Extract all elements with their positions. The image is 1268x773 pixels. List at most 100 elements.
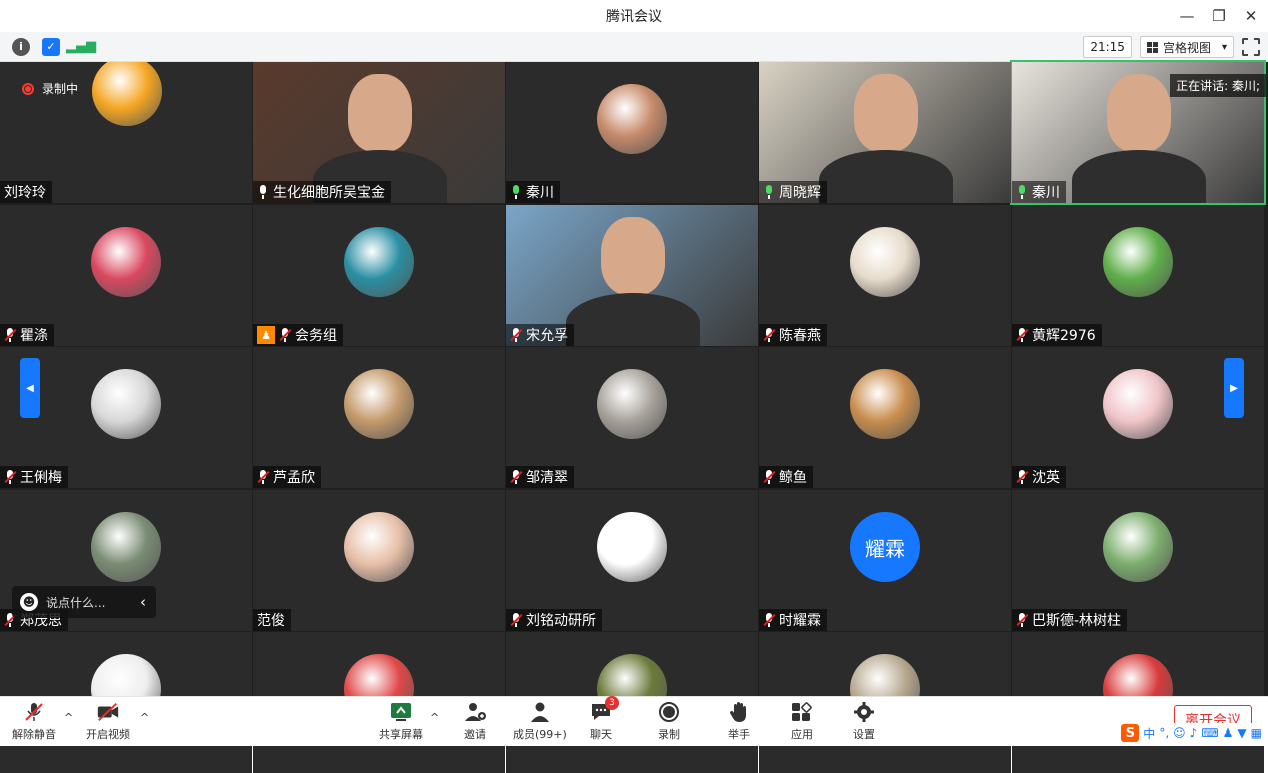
participant-tile[interactable]: 巴斯德-林树柱	[1012, 490, 1264, 631]
participant-tile[interactable]: 周晓辉	[759, 62, 1011, 203]
mic-muted-icon	[763, 613, 776, 627]
mic-slash-mark	[1016, 328, 1029, 342]
participant-tile[interactable]: 刘铭动研所	[506, 490, 758, 631]
participant-name-tag: 刘铭动研所	[506, 609, 602, 631]
ime-logo-icon[interactable]: S	[1121, 724, 1140, 742]
participant-name-tag: 宋允孚	[506, 324, 574, 346]
emoji-icon[interactable]: ☻	[20, 593, 38, 611]
fullscreen-icon[interactable]	[1242, 38, 1260, 56]
avatar	[1103, 227, 1173, 297]
participant-video-body	[819, 150, 953, 203]
quick-chat-box[interactable]: ☻ 说点什么... ‹	[12, 586, 156, 618]
video-options-caret[interactable]: ^	[140, 711, 149, 724]
audio-options-caret[interactable]: ^	[64, 711, 73, 724]
record-icon	[657, 701, 681, 723]
participant-tile[interactable]: 鲸鱼	[759, 347, 1011, 488]
meeting-clock: 21:15	[1083, 36, 1132, 58]
avatar	[1103, 512, 1173, 582]
participant-tile[interactable]: 芦孟欣	[253, 347, 505, 488]
mic-slash-mark	[1016, 470, 1029, 484]
recording-label: 录制中	[42, 82, 79, 96]
participant-tile[interactable]: 陈春燕	[759, 205, 1011, 346]
participant-name-tag: ♟ 会务组	[253, 324, 343, 346]
keyboard-icon[interactable]: ⌨	[1201, 726, 1218, 740]
avatar	[344, 369, 414, 439]
participant-tile[interactable]: 邹清翠	[506, 347, 758, 488]
emoji-icon[interactable]: ☺	[1173, 726, 1186, 740]
avatar	[92, 62, 162, 126]
video-grid: 巴斯德-林树柱 耀霖 时耀霖 刘铭动研所 范俊 郑茂思 沈英 鲸鱼 邹清翠 芦孟欣 王俐梅 黄辉297…	[0, 60, 1268, 773]
avatar	[344, 227, 414, 297]
participant-name: 秦川	[1032, 185, 1060, 201]
share-screen-button[interactable]: 共享屏幕	[379, 701, 423, 742]
close-icon[interactable]: ✕	[1242, 7, 1260, 25]
invite-button[interactable]: 邀请	[463, 701, 487, 742]
window-title: 腾讯会议	[606, 9, 662, 25]
shield-icon[interactable]: ✓	[42, 37, 60, 56]
avatar	[597, 84, 667, 154]
participant-video-body	[1072, 150, 1206, 203]
next-page-button[interactable]: ▶	[1224, 358, 1244, 418]
participant-tile[interactable]: 宋允孚	[506, 205, 758, 346]
chat-button[interactable]: 3 聊天	[589, 696, 619, 742]
unmute-label: 解除静音	[12, 728, 56, 741]
mic-muted-icon	[279, 328, 292, 342]
raise-hand-label: 举手	[728, 728, 750, 741]
mic-muted-icon	[510, 328, 523, 342]
mic-slash-mark	[510, 613, 523, 627]
participant-tile[interactable]: 瞿涤	[0, 205, 252, 346]
minimize-icon[interactable]: —	[1178, 7, 1196, 25]
mic-icon	[257, 185, 269, 199]
restore-icon[interactable]: ❐	[1210, 7, 1228, 25]
raise-hand-button[interactable]: 举手	[727, 701, 751, 742]
participant-tile[interactable]: 生化细胞所吴宝金	[253, 62, 505, 203]
skin-icon[interactable]: ▼	[1237, 726, 1246, 740]
members-button[interactable]: 成员(99+)	[513, 701, 567, 742]
view-mode-button[interactable]: 宫格视图 ▾	[1139, 36, 1234, 58]
participant-tile[interactable]: 秦川	[506, 62, 758, 203]
collapse-icon[interactable]: ‹	[140, 593, 146, 611]
unmute-button[interactable]: 解除静音	[12, 701, 56, 742]
mic-slash-mark	[4, 470, 17, 484]
participant-tile[interactable]: ♟ 会务组	[253, 205, 505, 346]
participant-name-tag: 鲸鱼	[759, 466, 813, 488]
participant-name: 周晓辉	[779, 185, 821, 201]
voice-icon[interactable]: ♪	[1190, 726, 1198, 740]
avatar	[597, 369, 667, 439]
apps-icon	[790, 701, 814, 723]
settings-button[interactable]: 设置	[852, 701, 876, 742]
gear-icon	[852, 701, 876, 723]
mic-muted-icon	[1016, 470, 1029, 484]
user-icon[interactable]: ♟	[1223, 726, 1234, 740]
members-icon	[528, 701, 552, 723]
avatar	[597, 512, 667, 582]
avatar	[91, 227, 161, 297]
mic-icon	[763, 185, 775, 199]
participant-name-tag: 秦川	[1012, 181, 1066, 203]
avatar	[850, 369, 920, 439]
prev-page-button[interactable]: ◀	[20, 358, 40, 418]
participant-tile[interactable]: 黄辉2976	[1012, 205, 1264, 346]
participant-name: 邹清翠	[526, 470, 568, 486]
apps-label: 应用	[791, 728, 813, 741]
info-icon[interactable]: i	[12, 37, 30, 56]
add-user-icon	[463, 701, 487, 723]
signal-icon[interactable]: ▂▄▆	[66, 38, 96, 56]
participant-name-tag: 王俐梅	[0, 466, 68, 488]
participant-tile[interactable]: 范俊	[253, 490, 505, 631]
mic-muted-icon	[257, 470, 270, 484]
apps-button[interactable]: 应用	[790, 701, 814, 742]
avatar	[91, 369, 161, 439]
hand-icon	[727, 701, 751, 723]
participant-name: 生化细胞所吴宝金	[273, 185, 385, 201]
mic-slash-mark	[763, 613, 776, 627]
participant-video-figure	[601, 217, 665, 295]
punctuation-icon[interactable]: °,	[1159, 726, 1169, 740]
chat-icon: 3	[589, 696, 619, 723]
start-video-button[interactable]: 开启视频	[86, 701, 130, 742]
share-options-caret[interactable]: ^	[430, 711, 439, 724]
ime-lang[interactable]: 中	[1143, 725, 1155, 742]
menu-grid-icon[interactable]: ▦	[1251, 726, 1262, 740]
record-button[interactable]: 录制	[657, 701, 681, 742]
participant-tile[interactable]: 耀霖 时耀霖	[759, 490, 1011, 631]
